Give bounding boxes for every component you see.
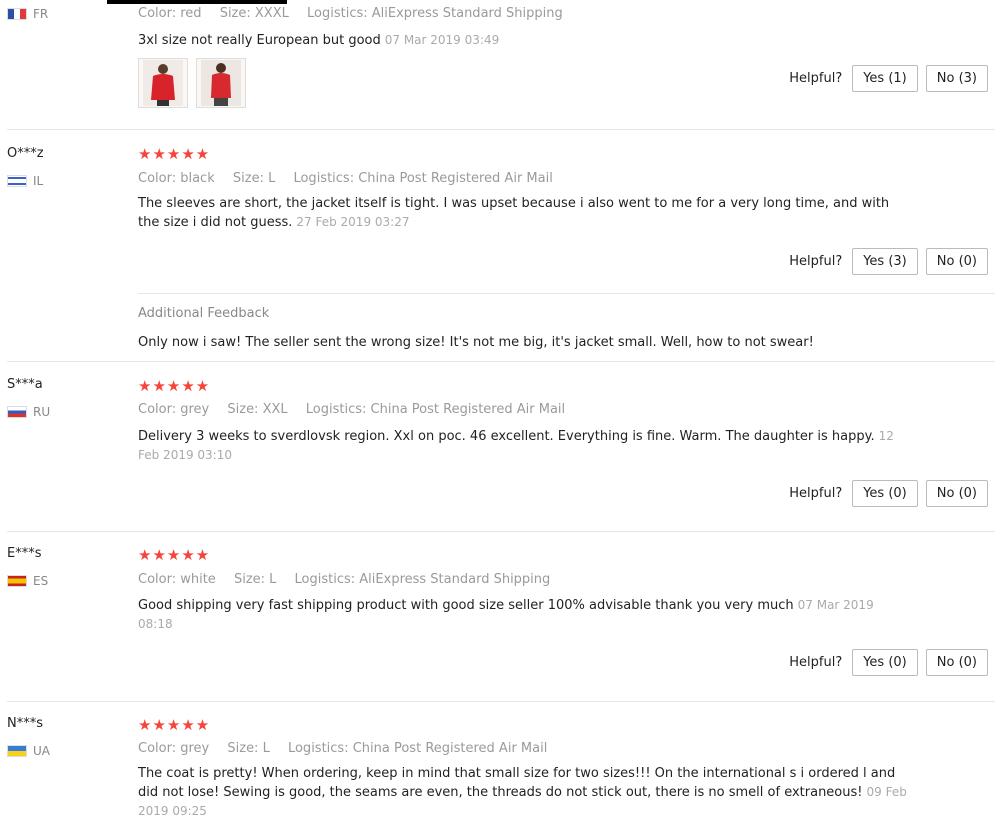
helpful-controls: Helpful? Yes (3) No (0)	[789, 248, 988, 275]
reviewer-country: IL	[7, 174, 43, 188]
helpful-label: Helpful?	[789, 655, 843, 670]
review-logistics: Logistics: AliExpress Standard Shipping	[307, 6, 563, 21]
review-meta: Color: red Size: XXXL Logistics: AliExpr…	[138, 6, 577, 21]
reviewer-name: E***s	[7, 546, 42, 561]
review-logistics: Logistics: China Post Registered Air Mai…	[293, 171, 553, 186]
israel-flag-icon	[7, 175, 27, 187]
reviewer-country: ES	[7, 574, 48, 588]
review-item: S***a RU ★★★★★ Color: grey Size: XXL Log…	[0, 362, 1000, 532]
review-text: Good shipping very fast shipping product…	[138, 598, 874, 631]
review-color: Color: grey	[138, 402, 210, 417]
reviewer-name: N***s	[7, 716, 43, 731]
rating-stars: ★★★★★	[138, 716, 211, 734]
ukraine-flag-icon	[7, 745, 27, 757]
review-item: N***s UA ★★★★★ Color: grey Size: L Logis…	[0, 702, 1000, 820]
review-photo-thumbnail[interactable]	[196, 58, 246, 108]
review-color: Color: white	[138, 572, 216, 587]
reviewer-name: O***z	[7, 146, 44, 161]
red-jacket-photo-icon	[201, 60, 241, 106]
review-size: Size: XXL	[227, 402, 288, 417]
helpful-no-button[interactable]: No (3)	[925, 65, 988, 92]
review-item: FR Color: red Size: XXXL Logistics: AliE…	[0, 0, 1000, 130]
russia-flag-icon	[7, 406, 27, 418]
review-photos	[138, 58, 246, 108]
reviewer-country: UA	[7, 744, 50, 758]
additional-feedback-text: Only now i saw! The seller sent the wron…	[138, 335, 814, 350]
review-meta: Color: white Size: L Logistics: AliExpre…	[138, 572, 564, 587]
helpful-label: Helpful?	[789, 71, 843, 86]
rating-stars: ★★★★★	[138, 546, 211, 564]
helpful-yes-button[interactable]: Yes (1)	[852, 65, 918, 92]
rating-stars: ★★★★★	[138, 377, 211, 395]
helpful-controls: Helpful? Yes (0) No (0)	[789, 649, 988, 676]
review-date: 27 Feb 2019 03:27	[296, 215, 410, 229]
helpful-yes-button[interactable]: Yes (3)	[852, 248, 918, 275]
review-logistics: Logistics: China Post Registered Air Mai…	[287, 741, 548, 756]
review-text: Delivery 3 weeks to sverdlovsk region. X…	[138, 429, 894, 462]
helpful-yes-button[interactable]: Yes (0)	[852, 649, 918, 676]
helpful-controls: Helpful? Yes (1) No (3)	[789, 65, 988, 92]
review-size: Size: L	[227, 741, 270, 756]
review-logistics: Logistics: China Post Registered Air Mai…	[305, 402, 566, 417]
review-text: The coat is pretty! When ordering, keep …	[138, 766, 907, 818]
review-photo-thumbnail[interactable]	[138, 58, 188, 108]
review-item: E***s ES ★★★★★ Color: white Size: L Logi…	[0, 532, 1000, 702]
review-date: 07 Mar 2019 03:49	[384, 33, 500, 47]
reviewer-name: S***a	[7, 377, 43, 392]
helpful-no-button[interactable]: No (0)	[925, 248, 988, 275]
rating-stars: ★★★★★	[138, 145, 211, 163]
helpful-label: Helpful?	[789, 254, 843, 269]
review-size: Size: L	[233, 572, 277, 587]
france-flag-icon	[7, 8, 27, 20]
review-color: Color: red	[138, 6, 202, 21]
review-meta: Color: black Size: L Logistics: China Po…	[138, 171, 567, 186]
review-logistics: Logistics: AliExpress Standard Shipping	[294, 572, 551, 587]
review-meta: Color: grey Size: L Logistics: China Pos…	[138, 741, 561, 756]
review-color: Color: black	[138, 171, 215, 186]
helpful-controls: Helpful? Yes (0) No (0)	[789, 480, 988, 507]
helpful-yes-button[interactable]: Yes (0)	[852, 480, 918, 507]
review-text: The sleeves are short, the jacket itself…	[138, 196, 890, 230]
red-jacket-photo-icon	[143, 60, 183, 106]
review-text: 3xl size not really European but good 07 …	[138, 33, 500, 48]
review-size: Size: XXXL	[219, 6, 289, 21]
review-item: O***z IL ★★★★★ Color: black Size: L Logi…	[0, 130, 1000, 362]
reviewer-country: FR	[7, 7, 48, 21]
additional-divider	[138, 293, 995, 294]
additional-feedback-label: Additional Feedback	[138, 306, 270, 321]
spain-flag-icon	[7, 575, 27, 587]
review-meta: Color: grey Size: XXL Logistics: China P…	[138, 402, 579, 417]
helpful-label: Helpful?	[789, 486, 843, 501]
helpful-no-button[interactable]: No (0)	[925, 649, 988, 676]
reviewer-country: RU	[7, 405, 50, 419]
helpful-no-button[interactable]: No (0)	[925, 480, 988, 507]
review-color: Color: grey	[138, 741, 210, 756]
review-size: Size: L	[232, 171, 276, 186]
